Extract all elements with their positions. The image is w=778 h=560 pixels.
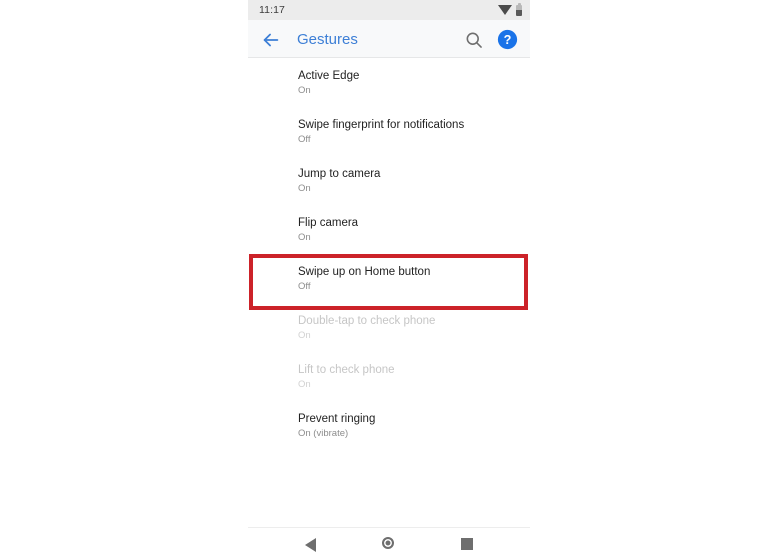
list-item-swipe-up-on-home-button[interactable]: Swipe up on Home button Off <box>248 254 530 303</box>
list-item-subtitle: On <box>298 232 311 243</box>
app-toolbar: Gestures ? <box>248 20 530 58</box>
status-bar-icons <box>498 2 522 16</box>
nav-back-glyph <box>305 538 316 552</box>
list-item-subtitle: On (vibrate) <box>298 428 349 439</box>
search-icon[interactable] <box>464 30 484 50</box>
list-item-title: Double-tap to check phone <box>298 315 436 327</box>
list-item-double-tap-to-check-phone: Double-tap to check phone On <box>248 303 530 352</box>
android-navigation-bar <box>248 527 530 560</box>
nav-recents-icon[interactable] <box>455 536 479 554</box>
svg-text:?: ? <box>504 33 512 47</box>
list-item-title: Prevent ringing <box>298 413 376 425</box>
list-item-title: Active Edge <box>298 70 360 82</box>
list-item-subtitle: Off <box>298 134 311 145</box>
status-bar-time: 11:17 <box>259 4 285 16</box>
back-arrow-icon[interactable] <box>260 29 282 51</box>
nav-back-icon[interactable] <box>299 536 323 554</box>
list-item-jump-to-camera[interactable]: Jump to camera On <box>248 156 530 205</box>
help-icon[interactable]: ? <box>497 29 518 50</box>
wifi-icon <box>498 5 512 15</box>
list-item-subtitle: On <box>298 85 311 96</box>
nav-home-glyph <box>382 537 394 549</box>
list-item-active-edge[interactable]: Active Edge On <box>248 58 530 107</box>
list-item-subtitle: On <box>298 330 311 341</box>
settings-list: Active Edge On Swipe fingerprint for not… <box>248 58 530 527</box>
list-item-title: Jump to camera <box>298 168 381 180</box>
list-item-subtitle: On <box>298 183 311 194</box>
list-item-lift-to-check-phone: Lift to check phone On <box>248 352 530 401</box>
nav-home-icon[interactable] <box>377 536 401 554</box>
list-item-subtitle: Off <box>298 281 311 292</box>
status-bar: 11:17 <box>248 0 530 20</box>
list-item-title: Swipe up on Home button <box>298 266 431 278</box>
page-title: Gestures <box>297 31 358 48</box>
list-item-prevent-ringing[interactable]: Prevent ringing On (vibrate) <box>248 401 530 450</box>
list-item-swipe-fingerprint-for-notifications[interactable]: Swipe fingerprint for notifications Off <box>248 107 530 156</box>
list-item-flip-camera[interactable]: Flip camera On <box>248 205 530 254</box>
phone-screen: 11:17 Gestures ? Active Edge On Swipe fi… <box>248 0 530 560</box>
list-item-subtitle: On <box>298 379 311 390</box>
list-item-title: Swipe fingerprint for notifications <box>298 119 465 131</box>
battery-icon <box>516 2 522 16</box>
nav-recents-glyph <box>461 538 473 550</box>
list-item-title: Flip camera <box>298 217 359 229</box>
list-item-title: Lift to check phone <box>298 364 395 376</box>
